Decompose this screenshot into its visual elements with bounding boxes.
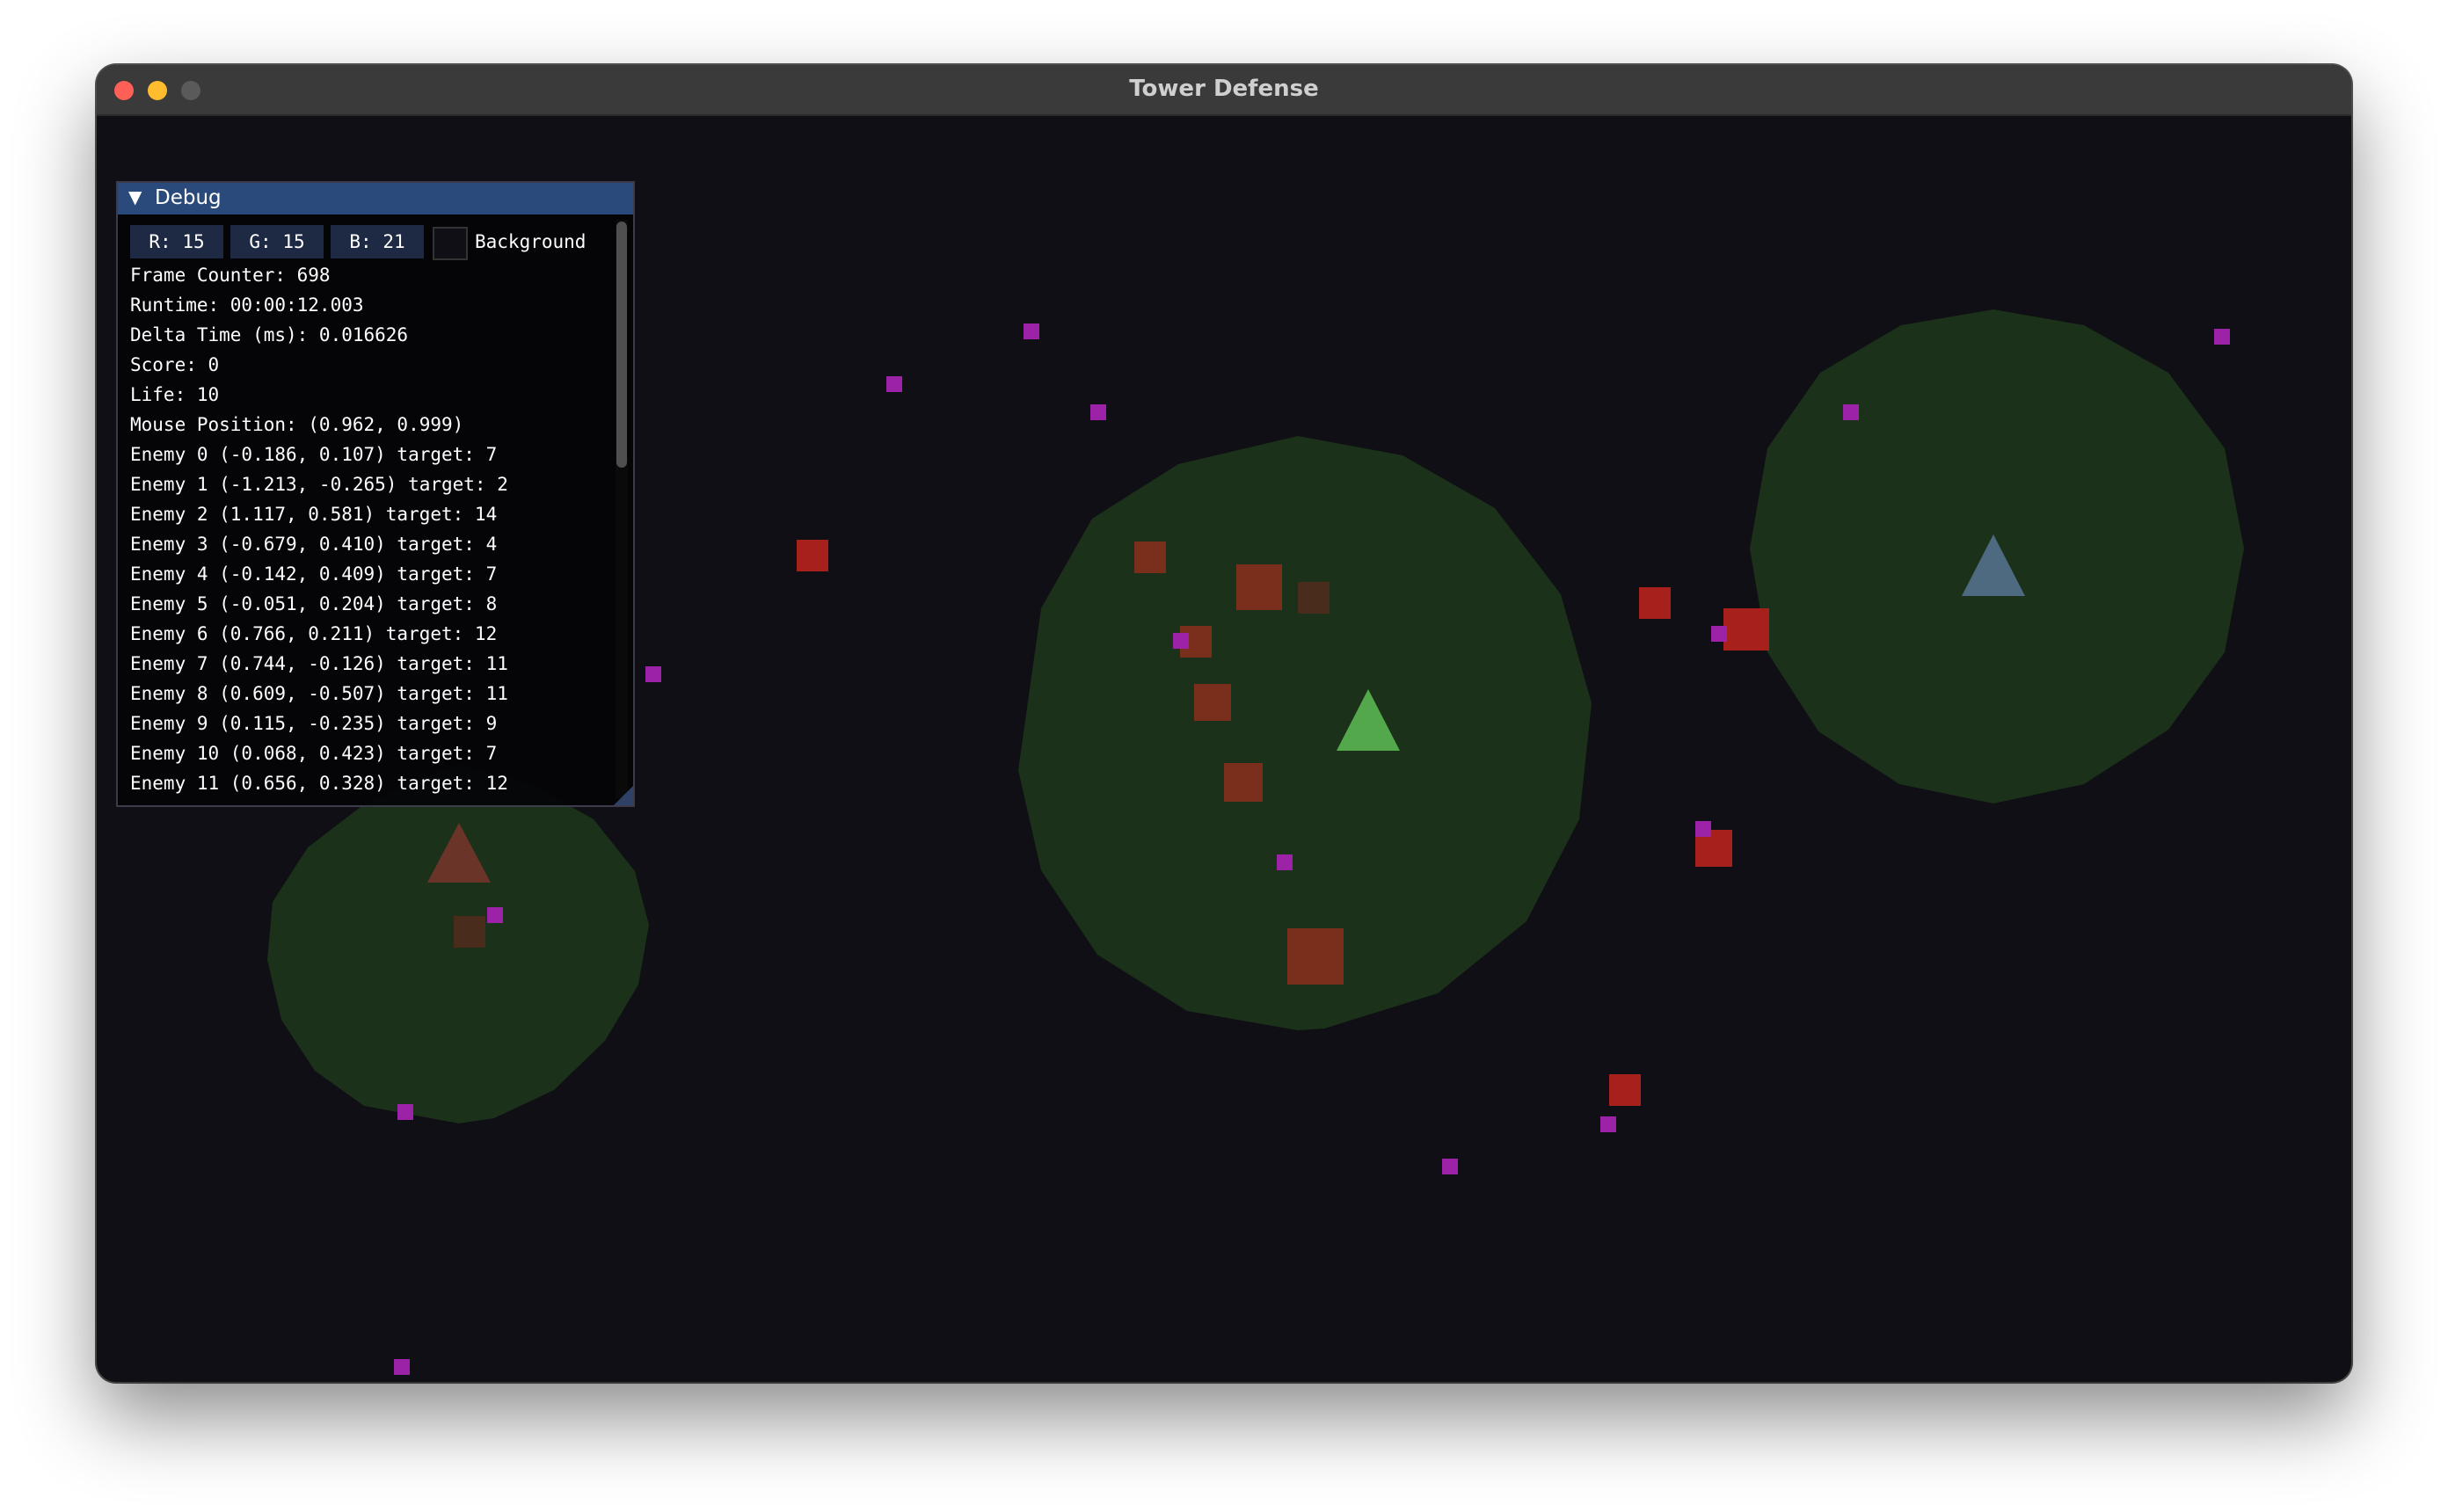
game-canvas[interactable]: ▼ Debug R: 15 G: 15 B: 21 Background Fra… bbox=[97, 116, 2351, 1382]
enemy-info: Enemy 2 (1.117, 0.581) target: 14 bbox=[130, 504, 498, 525]
enemy bbox=[454, 916, 485, 948]
enemy-info: Enemy 3 (-0.679, 0.410) target: 4 bbox=[130, 534, 498, 555]
projectile bbox=[397, 1104, 413, 1120]
debug-scrollbar-thumb[interactable] bbox=[616, 222, 627, 468]
projectile bbox=[1173, 633, 1189, 649]
mouse-position: Mouse Position: (0.962, 0.999) bbox=[130, 414, 464, 435]
background-color-swatch[interactable] bbox=[433, 227, 468, 260]
enemy bbox=[1298, 582, 1330, 614]
projectile bbox=[1090, 404, 1106, 420]
debug-panel-title: Debug bbox=[155, 186, 222, 209]
green-channel-input[interactable]: G: 15 bbox=[230, 225, 324, 258]
enemy bbox=[797, 540, 828, 571]
background-color-editor: R: 15 G: 15 B: 21 Background bbox=[130, 225, 596, 260]
window-title: Tower Defense bbox=[1129, 76, 1319, 102]
projectile bbox=[1695, 821, 1711, 837]
projectile bbox=[2214, 329, 2230, 345]
enemy-info: Enemy 6 (0.766, 0.211) target: 12 bbox=[130, 623, 498, 644]
projectile bbox=[1600, 1116, 1616, 1132]
enemy-info: Enemy 8 (0.609, -0.507) target: 11 bbox=[130, 683, 508, 704]
projectile bbox=[1024, 323, 1039, 339]
projectile bbox=[1711, 626, 1727, 642]
enemy bbox=[1287, 928, 1344, 985]
enemy-info: Enemy 10 (0.068, 0.423) target: 7 bbox=[130, 743, 498, 764]
enemy-info: Enemy 1 (-1.213, -0.265) target: 2 bbox=[130, 474, 508, 495]
enemy-info: Enemy 9 (0.115, -0.235) target: 9 bbox=[130, 713, 498, 734]
red-channel-input[interactable]: R: 15 bbox=[130, 225, 223, 258]
projectile bbox=[1843, 404, 1859, 420]
projectile bbox=[645, 666, 661, 682]
enemy bbox=[1639, 587, 1671, 619]
enemy-info: Enemy 7 (0.744, -0.126) target: 11 bbox=[130, 653, 508, 674]
debug-scrollbar[interactable] bbox=[616, 220, 628, 798]
enemy-info: Enemy 0 (-0.186, 0.107) target: 7 bbox=[130, 444, 498, 465]
delta-time: Delta Time (ms): 0.016626 bbox=[130, 324, 409, 345]
projectile bbox=[487, 907, 503, 923]
enemy-info: Enemy 11 (0.656, 0.328) target: 12 bbox=[130, 773, 508, 794]
blue-channel-input[interactable]: B: 21 bbox=[331, 225, 424, 258]
enemy-info: Enemy 5 (-0.051, 0.204) target: 8 bbox=[130, 593, 498, 614]
debug-content: R: 15 G: 15 B: 21 Background Frame Count… bbox=[130, 225, 596, 798]
frame-counter: Frame Counter: 698 bbox=[130, 265, 331, 286]
life: Life: 10 bbox=[130, 384, 220, 405]
projectile bbox=[1442, 1159, 1458, 1174]
score: Score: 0 bbox=[130, 354, 220, 375]
enemy bbox=[1134, 542, 1166, 573]
enemy bbox=[1609, 1074, 1641, 1106]
game-window: Tower Defense ▼ Debug R: 15 G: 15 B: 21 … bbox=[97, 65, 2351, 1382]
collapse-triangle-icon[interactable]: ▼ bbox=[128, 186, 142, 207]
background-label: Background bbox=[475, 231, 586, 252]
runtime: Runtime: 00:00:12.003 bbox=[130, 294, 364, 316]
debug-panel-header[interactable]: ▼ Debug bbox=[118, 183, 633, 214]
enemy-info: Enemy 4 (-0.142, 0.409) target: 7 bbox=[130, 563, 498, 585]
projectile bbox=[394, 1359, 410, 1375]
resize-grip[interactable] bbox=[614, 786, 633, 805]
enemy bbox=[1236, 564, 1282, 610]
enemy bbox=[1723, 608, 1769, 651]
debug-panel[interactable]: ▼ Debug R: 15 G: 15 B: 21 Background Fra… bbox=[116, 181, 635, 807]
enemy bbox=[1194, 684, 1231, 721]
enemy bbox=[1224, 763, 1263, 802]
projectile bbox=[1277, 854, 1293, 870]
title-bar: Tower Defense bbox=[97, 65, 2351, 116]
projectile bbox=[886, 376, 902, 392]
